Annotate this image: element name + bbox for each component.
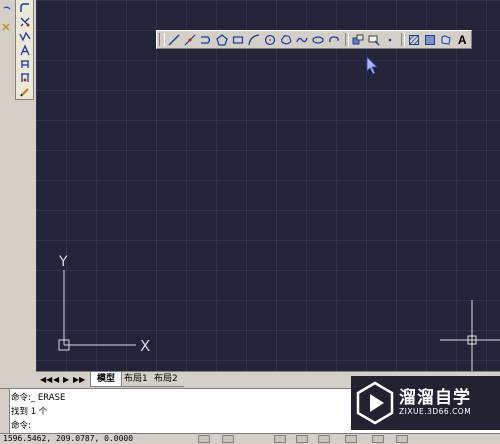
fillet-icon[interactable]: [18, 1, 32, 14]
watermark-banner: 溜溜自学 ZIXUE.3D66.COM: [351, 376, 500, 430]
toolbar-separator: [345, 33, 349, 46]
multiline-text-icon[interactable]: A: [455, 32, 469, 47]
status-bar: 1596.5462, 209.0787, 0.0000: [0, 433, 500, 444]
join-icon[interactable]: [18, 71, 32, 84]
command-window-handle[interactable]: [0, 389, 10, 434]
ucs-y-label: Y: [58, 254, 68, 270]
arc-icon[interactable]: [247, 32, 261, 47]
toolbar-separator: [400, 33, 405, 46]
dyn-toggle[interactable]: [396, 435, 408, 443]
ellipse-icon[interactable]: [311, 32, 325, 47]
polyline-icon[interactable]: [199, 32, 213, 47]
watermark-url: ZIXUE.3D66.COM: [399, 407, 472, 416]
first-tab-arrow-icon[interactable]: ◀◀: [40, 375, 52, 384]
revision-cloud-icon[interactable]: [279, 32, 293, 47]
stretch-icon[interactable]: [18, 43, 32, 56]
ortho-toggle[interactable]: [274, 435, 286, 443]
ucs-icon: Y X: [58, 254, 150, 355]
break-icon[interactable]: [18, 57, 32, 70]
ucs-x-label: X: [140, 337, 150, 355]
osnap-toggle[interactable]: [318, 435, 330, 443]
region-icon[interactable]: [439, 32, 453, 47]
construction-line-icon[interactable]: [183, 32, 197, 47]
edit-pencil-icon[interactable]: [18, 85, 32, 98]
strip-handle[interactable]: [1, 4, 13, 34]
drawing-canvas[interactable]: Y X A: [36, 0, 500, 371]
polar-toggle[interactable]: [296, 435, 308, 443]
insert-block-icon[interactable]: [351, 32, 365, 47]
line-icon[interactable]: [167, 32, 181, 47]
mouse-pointer-icon: [366, 56, 378, 75]
ellipse-arc-icon[interactable]: [327, 32, 341, 47]
grid-toggle[interactable]: [222, 435, 234, 443]
command-prompt[interactable]: 命令:: [11, 419, 31, 431]
command-history-line: 找到 1 个: [11, 407, 48, 417]
trim-icon[interactable]: [18, 29, 32, 42]
gradient-icon[interactable]: [423, 32, 437, 47]
explode-icon[interactable]: [18, 15, 32, 28]
last-tab-arrow-icon[interactable]: ▶▶: [73, 375, 85, 384]
left-toolbar-strip: [0, 0, 37, 371]
prev-tab-arrow-icon[interactable]: ◀: [53, 375, 59, 384]
draw-toolbar: A: [156, 30, 472, 49]
tab-layout2[interactable]: 布局2: [148, 372, 184, 387]
command-history-line: 命令:_ ERASE: [11, 393, 66, 403]
otrack-toggle[interactable]: [345, 435, 357, 443]
ducs-toggle[interactable]: [372, 435, 384, 443]
modify-toolbar: [15, 0, 34, 100]
multiline-text-label: A: [457, 32, 467, 47]
circle-icon[interactable]: [263, 32, 277, 47]
hatch-icon[interactable]: [407, 32, 421, 47]
make-block-icon[interactable]: [367, 32, 381, 47]
watermark-title: 溜溜自学: [399, 388, 471, 408]
spline-icon[interactable]: [295, 32, 309, 47]
crosshair-cursor: [440, 300, 500, 371]
play-logo-icon: [356, 381, 394, 425]
snap-toggle[interactable]: [198, 435, 210, 443]
point-icon[interactable]: [383, 32, 397, 47]
polygon-icon[interactable]: [215, 32, 229, 47]
toolbar-grip[interactable]: [159, 33, 165, 46]
rectangle-icon[interactable]: [231, 32, 245, 47]
next-tab-arrow-icon[interactable]: ▶: [63, 375, 69, 384]
